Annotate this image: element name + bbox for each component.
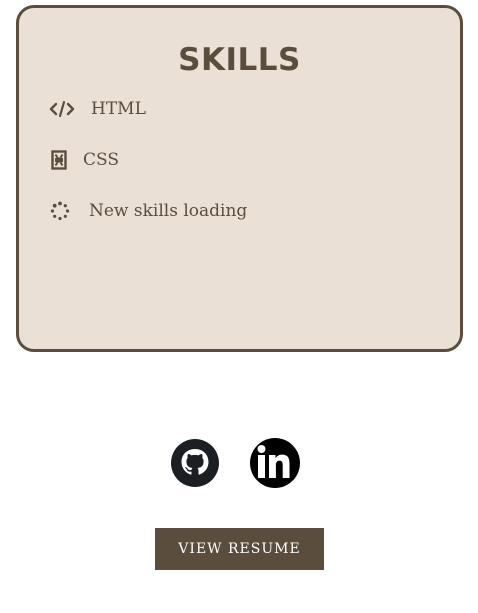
- skill-item-css: CSS: [49, 148, 119, 172]
- skill-label: CSS: [83, 150, 120, 170]
- github-link[interactable]: [170, 438, 220, 488]
- linkedin-icon: [250, 438, 300, 488]
- skill-label: HTML: [91, 99, 146, 119]
- skill-item-html: HTML: [49, 97, 146, 121]
- skills-card: SKILLS HTML CSS New skills loading: [16, 5, 463, 352]
- skill-item-loading: New skills loading: [49, 199, 247, 223]
- css-icon: [49, 148, 69, 172]
- skills-title: SKILLS: [178, 42, 301, 78]
- view-resume-button[interactable]: VIEW RESUME: [155, 528, 324, 570]
- loading-spinner-icon: [49, 199, 71, 223]
- skill-label: New skills loading: [89, 201, 248, 221]
- code-icon: [49, 97, 75, 121]
- linkedin-link[interactable]: [250, 438, 300, 488]
- social-links: [170, 438, 300, 488]
- github-icon: [171, 439, 219, 487]
